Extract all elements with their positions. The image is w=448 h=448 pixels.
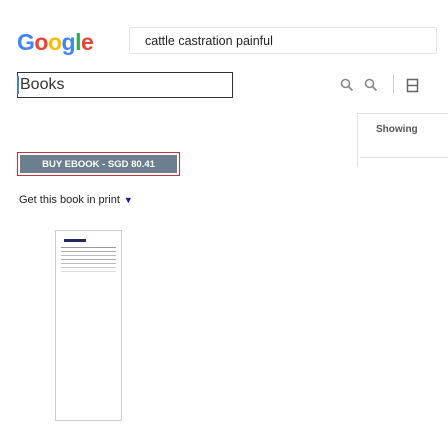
get-print-label: Get this book in print: [19, 194, 120, 206]
books-tab[interactable]: Books: [17, 72, 233, 98]
logo-letter: G: [17, 29, 35, 55]
get-print-link[interactable]: Get this book in print ▼: [19, 194, 133, 206]
logo-letter: g: [61, 29, 76, 55]
logo-letter: e: [80, 29, 94, 55]
toolbar-divider: [393, 74, 394, 94]
chevron-down-icon: ▼: [123, 195, 133, 205]
google-logo[interactable]: Google: [17, 29, 94, 55]
logo-letter: o: [47, 29, 62, 55]
search-icon[interactable]: [338, 76, 356, 94]
showing-label: Showing: [376, 124, 418, 135]
books-label: Books: [17, 76, 64, 94]
search-input[interactable]: cattle castration painful: [129, 27, 437, 54]
search-query-text: cattle castration painful: [145, 33, 273, 48]
search-icon[interactable]: [362, 76, 380, 94]
bookmark-icon[interactable]: [403, 76, 421, 94]
buy-ebook-frame: BUY EBOOK - SGD 80.41: [17, 152, 180, 176]
book-cover-thumbnail[interactable]: [55, 230, 122, 421]
logo-letter: o: [34, 29, 48, 55]
buy-ebook-button[interactable]: BUY EBOOK - SGD 80.41: [20, 155, 177, 173]
showing-panel: [357, 113, 448, 167]
divider: [360, 157, 448, 158]
